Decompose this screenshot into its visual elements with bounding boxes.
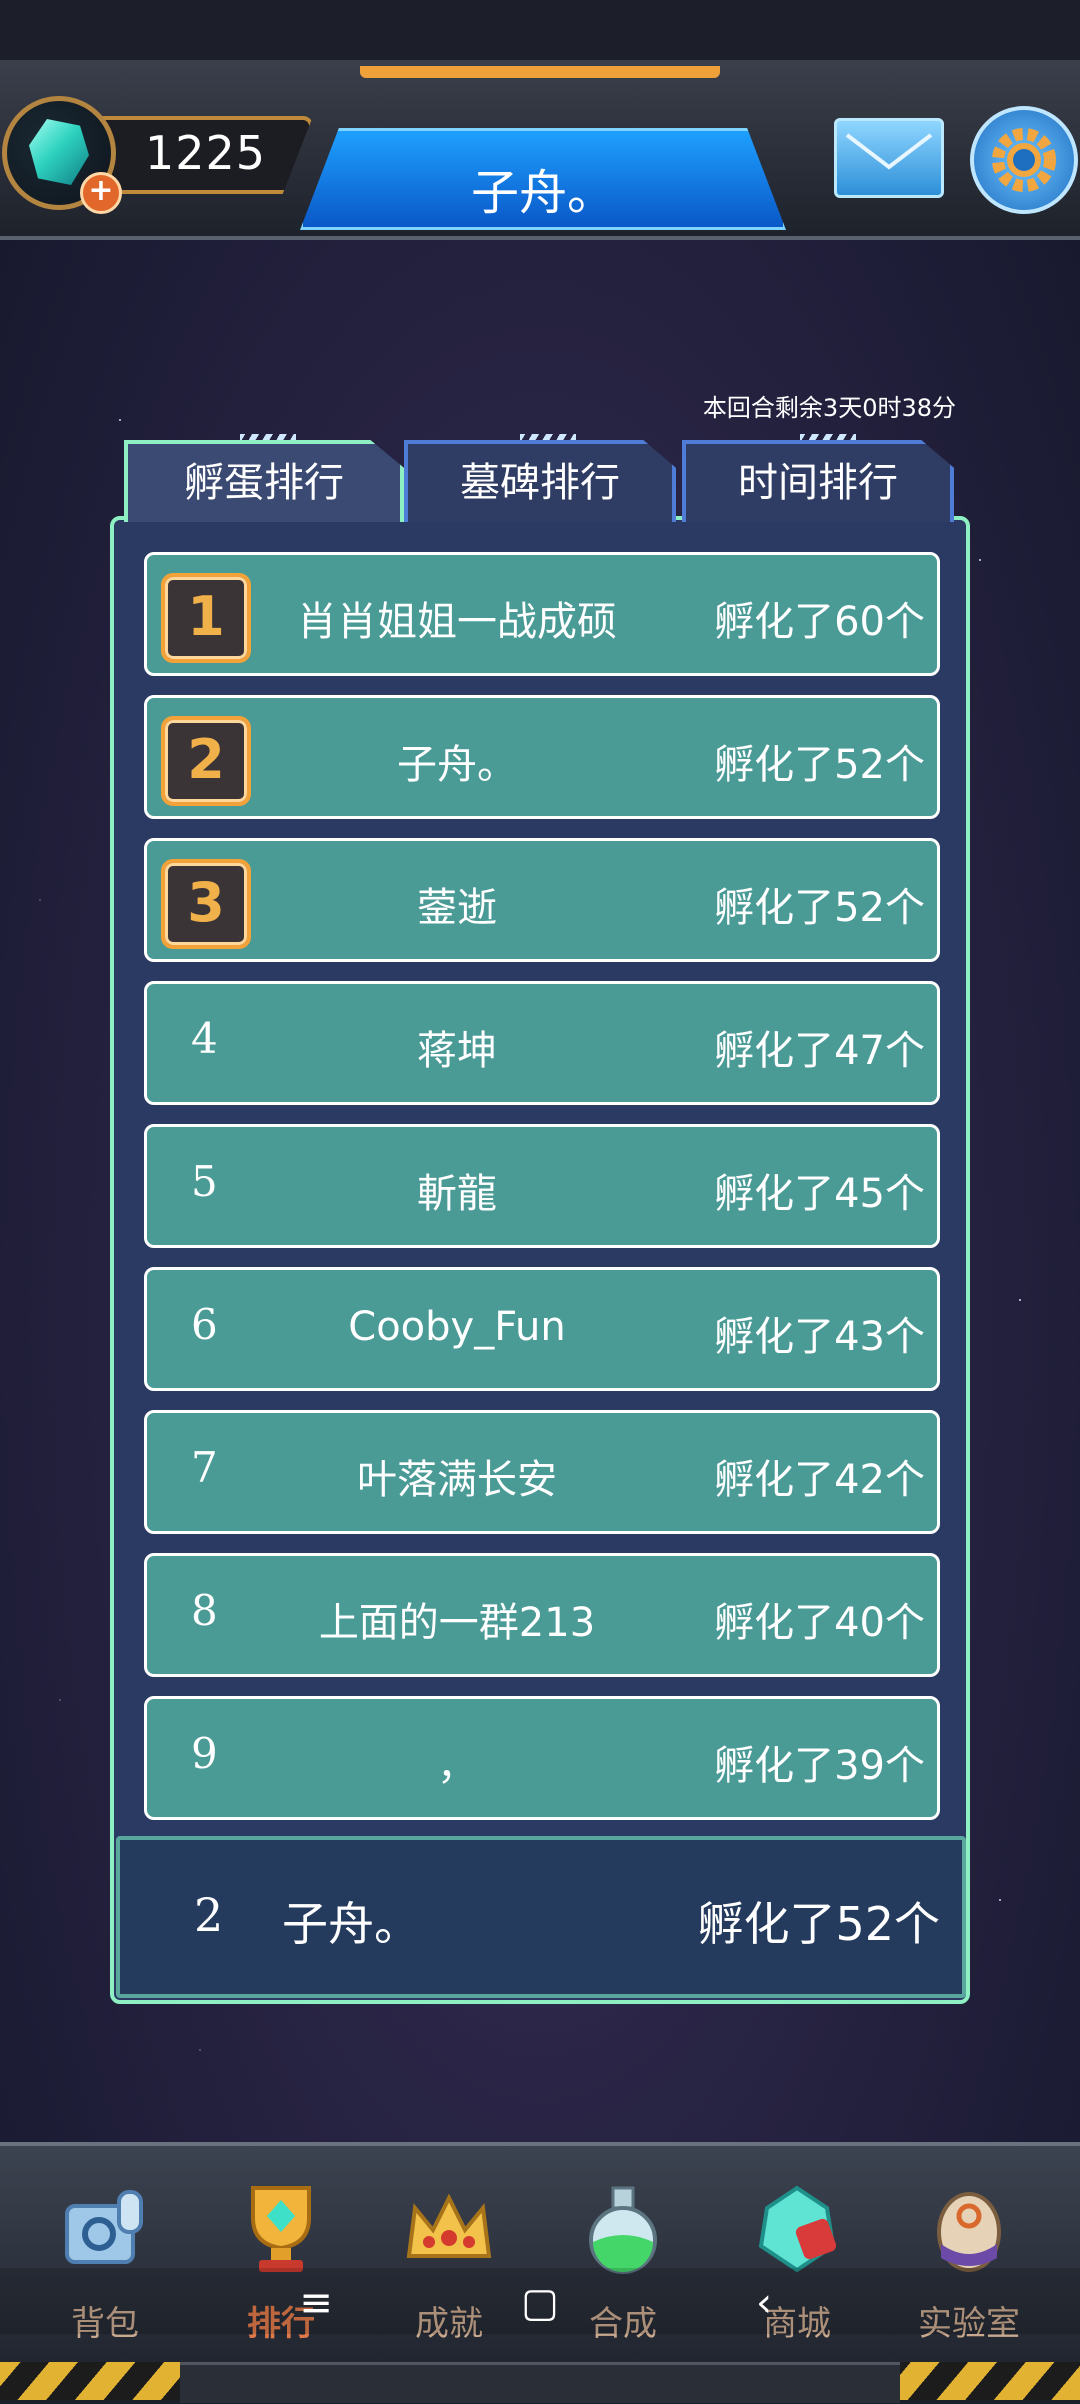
leaderboard-row[interactable]: 1 肖肖姐姐一战成硕 孵化了60个 <box>144 552 940 676</box>
crystal-shop-icon <box>758 2185 837 2273</box>
leaderboard-row[interactable]: 7 叶落满长安 孵化了42个 <box>144 1410 940 1534</box>
menu-icon[interactable]: ≡ <box>286 2278 346 2328</box>
bronze-medal-badge: 3 <box>161 859 251 949</box>
player-name: 子舟。 <box>470 165 615 221</box>
player-name: 肖肖姐姐一战成硕 <box>297 599 617 645</box>
hatch-count: 孵化了45个 <box>714 1171 925 1217</box>
rank-number: 7 <box>191 1443 218 1492</box>
envelope-icon <box>845 133 933 170</box>
hatch-count: 孵化了40个 <box>714 1600 925 1646</box>
gem-icon <box>29 119 89 185</box>
leaderboard-row[interactable]: 8 上面的一群213 孵化了40个 <box>144 1553 940 1677</box>
home-icon[interactable]: ▢ <box>510 2278 570 2328</box>
rank-number: 1 <box>187 585 225 648</box>
my-hatch-count: 孵化了52个 <box>697 1897 940 1951</box>
rank-number: 6 <box>191 1300 218 1349</box>
settings-button[interactable] <box>970 106 1078 214</box>
silver-medal-badge: 2 <box>161 716 251 806</box>
my-rank-number: 2 <box>194 1888 224 1942</box>
player-name: 斬龍 <box>417 1171 497 1217</box>
my-player-name: 子舟。 <box>282 1897 420 1951</box>
round-timer: 本回合剩余3天0时38分 <box>702 394 956 422</box>
add-gems-plus-icon[interactable]: + <box>80 172 122 214</box>
egg-lab-icon <box>937 2192 1001 2272</box>
mail-button[interactable] <box>834 118 944 198</box>
currency-value: 1225 <box>145 126 267 180</box>
gem-currency-display[interactable]: 1225 + <box>0 96 320 214</box>
player-name-plate: 子舟。 <box>300 128 786 230</box>
hatch-count: 孵化了39个 <box>714 1743 925 1789</box>
hatch-count: 孵化了52个 <box>714 742 925 788</box>
player-name: Cooby_Fun <box>348 1304 566 1350</box>
hatch-count: 孵化了42个 <box>714 1457 925 1503</box>
leaderboard-row[interactable]: 2 子舟。 孵化了52个 <box>144 695 940 819</box>
tab-time-ranking[interactable]: 时间排行 <box>682 440 954 522</box>
crown-icon <box>406 2193 492 2258</box>
top-accent-strip <box>360 66 720 78</box>
potion-flask-icon <box>589 2186 657 2274</box>
leaderboard-row[interactable]: 6 Cooby_Fun 孵化了43个 <box>144 1267 940 1391</box>
rank-number: 9 <box>191 1729 218 1778</box>
rank-number: 4 <box>191 1014 218 1063</box>
hatch-count: 孵化了60个 <box>714 599 925 645</box>
rank-number: 5 <box>191 1157 218 1206</box>
tab-tomb-ranking[interactable]: 墓碑排行 <box>404 440 676 522</box>
player-name: 蒋坤 <box>417 1028 497 1074</box>
player-name: 上面的一群213 <box>318 1600 596 1646</box>
leaderboard-row[interactable]: 3 蓥逝 孵化了52个 <box>144 838 940 962</box>
backpack-icon <box>65 2190 143 2264</box>
player-name: 叶落满长安 <box>357 1457 557 1503</box>
back-icon[interactable]: ‹ <box>734 2278 794 2328</box>
rank-number: 3 <box>187 871 225 934</box>
hatch-count: 孵化了47个 <box>714 1028 925 1074</box>
player-name: ， <box>437 1743 477 1789</box>
rank-number: 8 <box>191 1586 218 1635</box>
leaderboard-row[interactable]: 5 斬龍 孵化了45个 <box>144 1124 940 1248</box>
bottom-frame-center <box>180 2362 900 2403</box>
tab-hatch-ranking[interactable]: 孵蛋排行 <box>124 440 404 522</box>
my-rank-row: 2 子舟。 孵化了52个 <box>116 1836 966 1998</box>
player-name: 子舟。 <box>397 742 517 788</box>
status-bar-area <box>0 0 1080 60</box>
leaderboard-row[interactable]: 9 ， 孵化了39个 <box>144 1696 940 1820</box>
gear-icon <box>992 128 1056 192</box>
rank-number: 2 <box>187 728 225 791</box>
hatch-count: 孵化了43个 <box>714 1314 925 1360</box>
leaderboard-row[interactable]: 4 蒋坤 孵化了47个 <box>144 981 940 1105</box>
player-name: 蓥逝 <box>417 885 497 931</box>
gold-medal-badge: 1 <box>161 573 251 663</box>
trophy-icon <box>251 2186 311 2272</box>
hatch-count: 孵化了52个 <box>714 885 925 931</box>
